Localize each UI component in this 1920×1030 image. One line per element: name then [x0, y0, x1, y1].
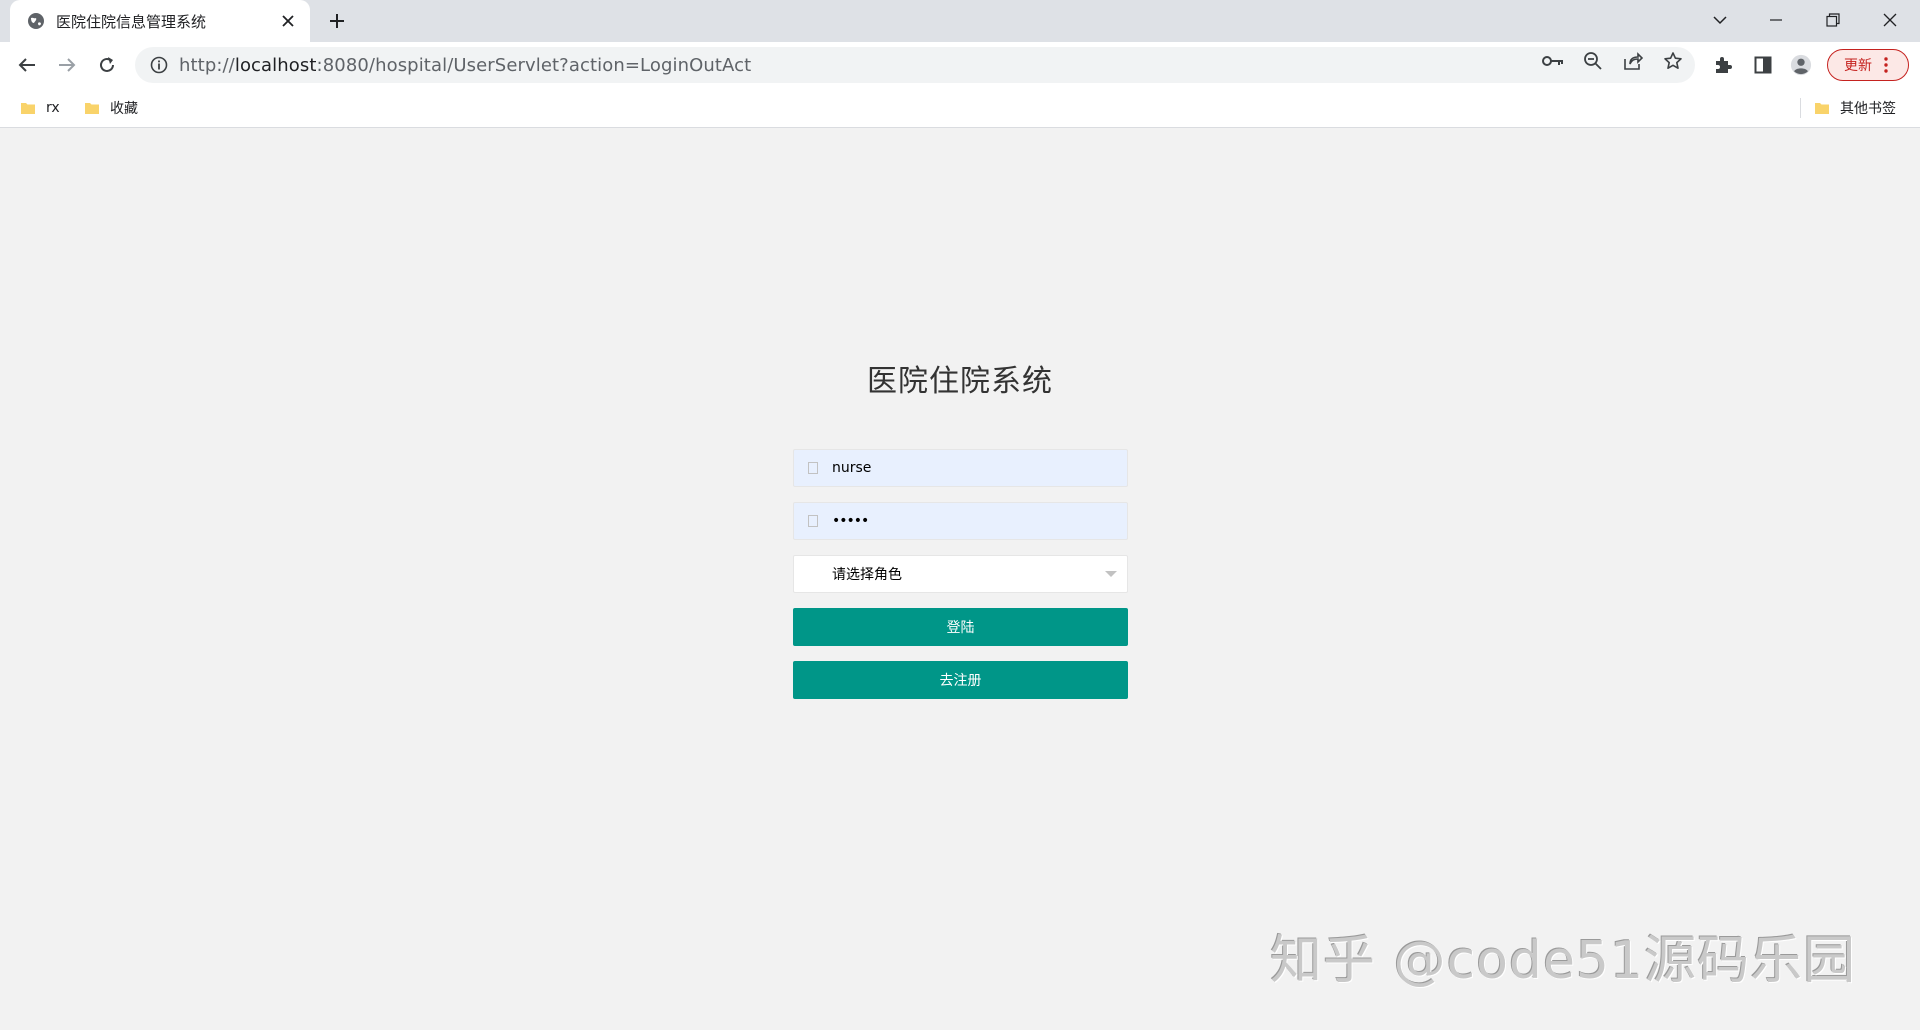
- password-field[interactable]: •••••: [793, 502, 1128, 540]
- back-arrow-icon[interactable]: [11, 49, 43, 81]
- bookmarks-bar: rx 收藏 其他书签: [0, 88, 1920, 128]
- role-select-value: 请选择角色: [832, 567, 902, 583]
- restore-icon[interactable]: [1813, 6, 1853, 34]
- browser-toolbar: http://localhost:8080/hospital/UserServl…: [0, 42, 1920, 88]
- bookmark-label: 其他书签: [1840, 101, 1896, 117]
- page-title: 医院住院系统: [867, 364, 1053, 399]
- bookmark-folder-favorites[interactable]: 收藏: [84, 96, 138, 120]
- folder-icon: [84, 100, 100, 116]
- extensions-icon[interactable]: [1712, 54, 1734, 76]
- share-icon[interactable]: [1622, 50, 1644, 72]
- bookmark-label: 收藏: [110, 101, 138, 117]
- bookmarks-divider: [1800, 98, 1801, 118]
- bookmark-folder-rx[interactable]: rx: [20, 96, 60, 120]
- username-field[interactable]: nurse: [793, 449, 1128, 487]
- globe-icon: [26, 11, 46, 31]
- lock-icon: [808, 515, 818, 527]
- side-panel-icon[interactable]: [1752, 54, 1774, 76]
- browser-tab-strip: 医院住院信息管理系统: [0, 0, 1920, 42]
- other-bookmarks-folder[interactable]: 其他书签: [1814, 96, 1896, 120]
- bookmark-star-icon[interactable]: [1662, 50, 1684, 72]
- address-bar[interactable]: http://localhost:8080/hospital/UserServl…: [135, 47, 1695, 83]
- close-tab-icon[interactable]: [278, 11, 298, 31]
- register-button[interactable]: 去注册: [793, 661, 1128, 699]
- tab-title: 医院住院信息管理系统: [56, 12, 207, 31]
- tab-search-chevron-icon[interactable]: [1700, 6, 1740, 34]
- username-value: nurse: [832, 460, 872, 476]
- minimize-icon[interactable]: [1756, 6, 1796, 34]
- password-value: •••••: [832, 513, 869, 529]
- close-window-icon[interactable]: [1870, 6, 1910, 34]
- new-tab-icon[interactable]: [325, 9, 349, 33]
- user-icon: [808, 462, 818, 474]
- update-button[interactable]: 更新: [1827, 49, 1909, 81]
- forward-arrow-icon[interactable]: [51, 49, 83, 81]
- url-text: http://localhost:8080/hospital/UserServl…: [179, 55, 751, 76]
- folder-icon: [1814, 100, 1830, 116]
- login-button[interactable]: 登陆: [793, 608, 1128, 646]
- profile-avatar-icon[interactable]: [1790, 54, 1812, 76]
- role-select[interactable]: 请选择角色: [793, 555, 1128, 593]
- zoom-out-icon[interactable]: [1582, 50, 1604, 72]
- update-label: 更新: [1844, 58, 1872, 74]
- bookmark-label: rx: [46, 100, 60, 116]
- folder-icon: [20, 100, 36, 116]
- browser-tab-active[interactable]: 医院住院信息管理系统: [10, 0, 310, 42]
- key-icon[interactable]: [1542, 50, 1564, 72]
- site-info-icon[interactable]: [149, 55, 169, 75]
- watermark: 知乎 @code51源码乐园: [1270, 931, 1857, 991]
- dropdown-arrow-icon: [1105, 571, 1117, 578]
- url-host: localhost: [234, 54, 317, 76]
- url-path: :8080/hospital/UserServlet?action=LoginO…: [316, 54, 752, 76]
- reload-icon[interactable]: [91, 49, 123, 81]
- url-scheme: http://: [179, 54, 235, 76]
- more-menu-icon: [1884, 57, 1888, 73]
